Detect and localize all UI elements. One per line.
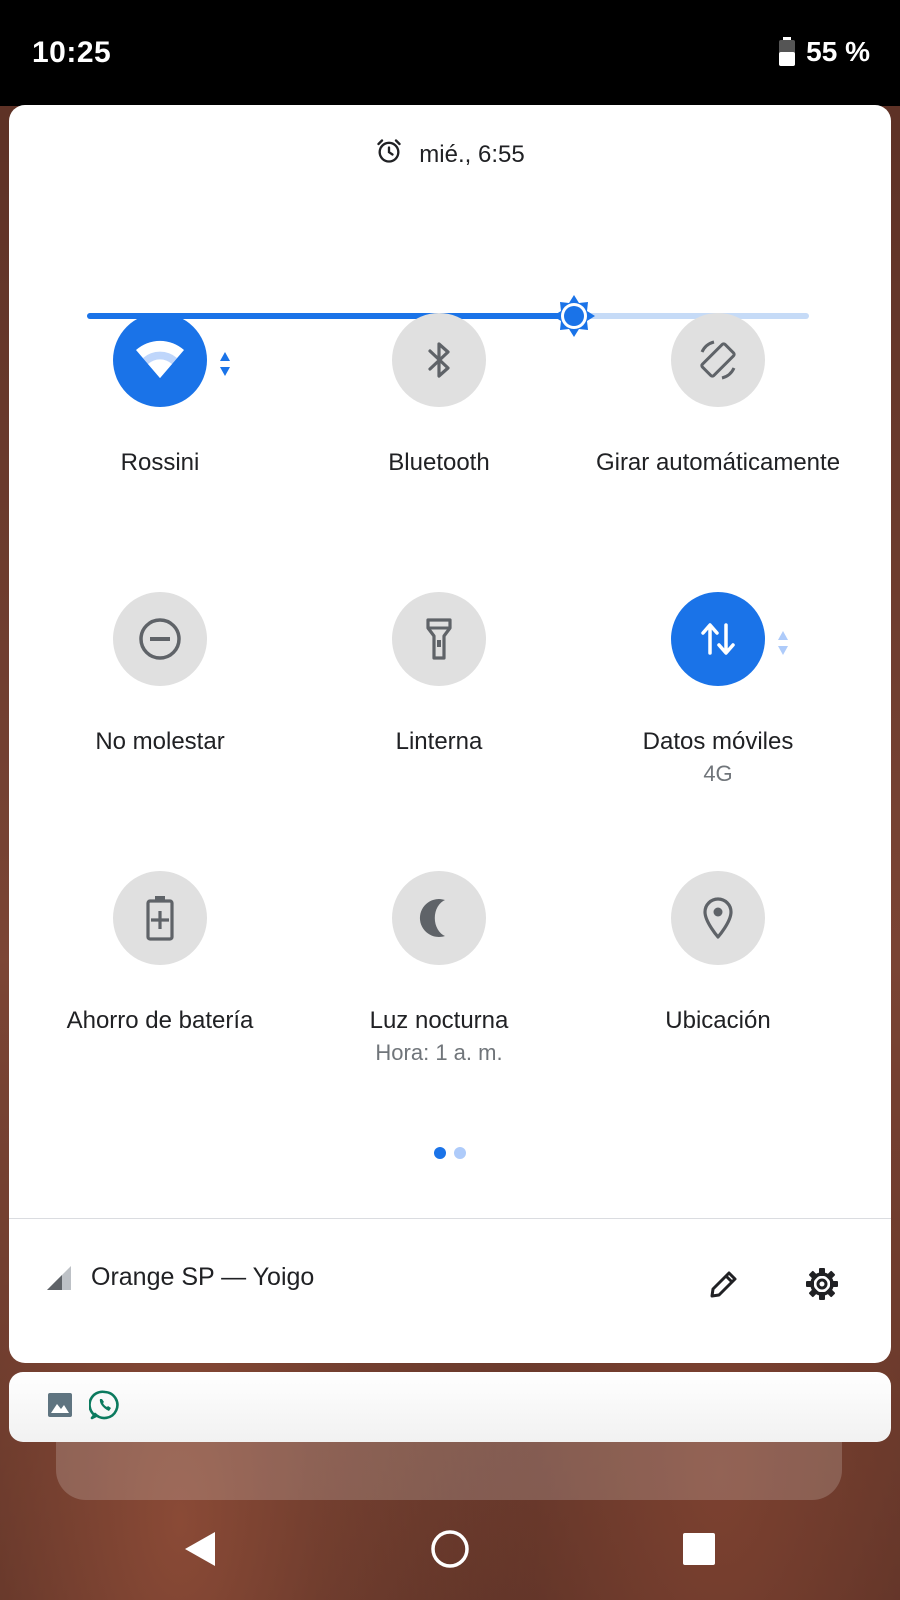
tile-night-light-label: Luz nocturna [369, 1007, 509, 1034]
do-not-disturb-icon [139, 618, 181, 660]
tile-night-light-sublabel: Hora: 1 a. m. [375, 1040, 503, 1065]
status-right: 55 % [778, 36, 870, 68]
auto-rotate-icon [700, 340, 736, 380]
tile-location[interactable]: Ubicación [578, 871, 858, 1036]
edit-button[interactable] [699, 1259, 749, 1309]
notification-bar[interactable] [9, 1372, 891, 1442]
battery-percent: 55 % [806, 36, 870, 67]
quick-settings-footer: Orange SP — Yoigo [9, 1219, 891, 1363]
tile-dnd-label: No molestar [95, 728, 225, 755]
signal-icon [47, 1265, 71, 1290]
recents-button[interactable] [674, 1524, 724, 1574]
gear-icon [806, 1268, 838, 1300]
page-indicator [9, 1147, 891, 1159]
tile-bluetooth[interactable]: Bluetooth [299, 313, 579, 478]
location-icon [703, 897, 733, 939]
tile-bluetooth-label: Bluetooth [388, 449, 490, 476]
tile-auto-rotate[interactable]: Girar automáticamente [578, 313, 858, 478]
tile-night-light-button[interactable] [392, 871, 486, 965]
wifi-expand-arrows-icon[interactable] [219, 350, 231, 383]
tile-flashlight-button[interactable] [392, 592, 486, 686]
home-search-bar-ghost [56, 1442, 842, 1500]
tile-location-button[interactable] [671, 871, 765, 965]
alarm-icon [375, 137, 403, 172]
tile-auto-rotate-button[interactable] [671, 313, 765, 407]
tile-mobile-data-label: Datos móviles [642, 728, 794, 755]
battery-icon [778, 37, 796, 67]
page-dot-2[interactable] [454, 1147, 466, 1159]
tile-battery-saver-button[interactable] [113, 871, 207, 965]
tile-wifi-label: Rossini [120, 449, 200, 476]
tile-mobile-data-button[interactable] [671, 592, 788, 686]
tile-wifi-button[interactable] [113, 313, 230, 407]
carrier-info[interactable]: Orange SP — Yoigo [45, 1263, 314, 1292]
quick-settings-panel: mié., 6:55 Rossini Bluetooth Girar autom… [9, 105, 891, 1363]
tile-auto-rotate-label: Girar automáticamente [595, 449, 841, 476]
home-circle-icon [431, 1530, 469, 1568]
mobile-data-icon [701, 623, 735, 655]
tile-location-label: Ubicación [665, 1007, 771, 1034]
tile-do-not-disturb[interactable]: No molestar [20, 592, 300, 757]
tile-battery-saver-label: Ahorro de batería [66, 1007, 254, 1034]
tile-mobile-data[interactable]: Datos móviles 4G [578, 592, 858, 787]
whatsapp-icon [88, 1389, 121, 1426]
pencil-icon [710, 1271, 737, 1298]
tile-bluetooth-button[interactable] [392, 313, 486, 407]
tile-night-light[interactable]: Luz nocturna Hora: 1 a. m. [299, 871, 579, 1066]
mobile-data-expand-arrows-icon[interactable] [777, 629, 789, 662]
status-bar: 10:25 55 % [0, 0, 900, 106]
recents-square-icon [683, 1533, 715, 1565]
page-dot-1[interactable] [434, 1147, 446, 1159]
tile-dnd-button[interactable] [113, 592, 207, 686]
settings-button[interactable] [797, 1259, 847, 1309]
back-button[interactable] [174, 1524, 224, 1574]
tile-mobile-data-sublabel: 4G [703, 761, 733, 786]
battery-saver-icon [146, 896, 174, 941]
tile-flashlight[interactable]: Linterna [299, 592, 579, 757]
image-icon [47, 1392, 73, 1423]
wifi-icon [136, 340, 184, 378]
tile-flashlight-label: Linterna [395, 728, 483, 755]
carrier-name: Orange SP — Yoigo [91, 1263, 315, 1291]
navigation-bar [0, 1500, 900, 1600]
next-alarm[interactable]: mié., 6:55 [9, 137, 891, 172]
tile-battery-saver[interactable]: Ahorro de batería [20, 871, 300, 1036]
tile-wifi[interactable]: Rossini [20, 313, 300, 478]
night-light-icon [419, 899, 445, 937]
status-time: 10:25 [32, 36, 112, 69]
home-button[interactable] [425, 1524, 475, 1574]
back-triangle-icon [185, 1532, 215, 1566]
alarm-time: mié., 6:55 [419, 140, 525, 168]
flashlight-icon [426, 618, 452, 660]
bluetooth-icon [428, 342, 450, 378]
